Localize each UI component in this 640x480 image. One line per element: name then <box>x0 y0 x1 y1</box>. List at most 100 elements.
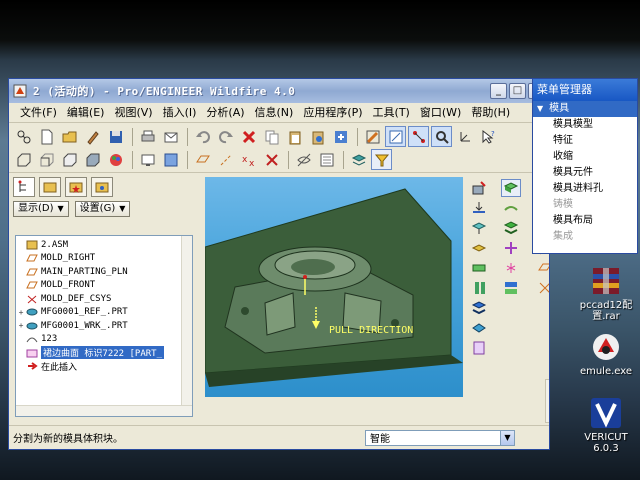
maximize-button[interactable]: □ <box>509 83 526 99</box>
menu-insert[interactable]: 插入(I) <box>158 103 202 123</box>
menu-manager-item[interactable]: 模具进料孔 <box>533 181 637 197</box>
sketch-plane-icon[interactable] <box>535 259 549 277</box>
tree-item[interactable]: 123 <box>16 333 192 347</box>
delete-icon[interactable] <box>238 126 259 147</box>
email-icon[interactable] <box>160 126 181 147</box>
menu-manager-title[interactable]: 菜单管理器 <box>533 79 637 101</box>
tab-model-tree[interactable] <box>13 177 35 197</box>
help-pointer-icon[interactable]: ? <box>477 126 498 147</box>
desktop-icon-emule[interactable]: emule.exe <box>570 330 640 377</box>
show-dropdown[interactable]: 显示(D) ▼ <box>13 201 69 217</box>
saved-view-icon[interactable] <box>137 149 158 170</box>
mold-opening-icon[interactable] <box>501 279 521 297</box>
regenerate-icon[interactable] <box>330 126 351 147</box>
cavity-icon[interactable] <box>501 259 521 277</box>
connection-icon[interactable] <box>13 126 34 147</box>
menu-manager-item[interactable]: 特征 <box>533 133 637 149</box>
hide-icon[interactable] <box>293 149 314 170</box>
datum-axis-icon[interactable] <box>215 149 236 170</box>
tree-item[interactable]: MAIN_PARTING_PLN <box>16 265 192 279</box>
tree-item[interactable]: MOLD_RIGHT <box>16 252 192 266</box>
tree-expander[interactable]: + <box>16 321 26 330</box>
menu-edit[interactable]: 编辑(E) <box>62 103 110 123</box>
minimize-button[interactable]: _ <box>490 83 507 99</box>
tree-expander[interactable]: + <box>16 308 26 317</box>
csys-display-icon[interactable] <box>454 126 475 147</box>
filter-icon[interactable] <box>371 149 392 170</box>
tree-item[interactable]: 裙边曲面 标识7222 [PART_ <box>16 346 192 360</box>
menu-help[interactable]: 帮助(H) <box>466 103 515 123</box>
tree-item[interactable]: MOLD_FRONT <box>16 279 192 293</box>
redo-icon[interactable] <box>215 126 236 147</box>
axis-display-icon[interactable] <box>408 126 429 147</box>
mold-component-icon[interactable] <box>469 179 489 197</box>
menu-applications[interactable]: 应用程序(P) <box>298 103 367 123</box>
surface-icon[interactable] <box>501 199 521 217</box>
tree-item[interactable]: 2.ASM <box>16 238 192 252</box>
ejector-pin-icon[interactable] <box>469 279 489 297</box>
desktop-icon-pccad[interactable]: pccad12配置.rar <box>570 264 640 322</box>
tab-favorites[interactable] <box>65 177 87 197</box>
menu-manager-item[interactable]: 模具布局 <box>533 213 637 229</box>
volume-block-icon[interactable] <box>501 179 521 197</box>
thickness-check-icon[interactable] <box>469 339 489 357</box>
datum-csys-icon[interactable] <box>261 149 282 170</box>
paste-special-icon[interactable] <box>307 126 328 147</box>
tab-connections[interactable] <box>91 177 113 197</box>
tree-item[interactable]: + MFG0001_WRK_.PRT <box>16 319 192 333</box>
split-surface-icon[interactable] <box>501 219 521 237</box>
graphics-viewport[interactable]: PULL DIRECTION <box>205 177 463 397</box>
zoom-fit-icon[interactable] <box>431 126 452 147</box>
curve-icon <box>26 334 38 344</box>
datum-plane-icon[interactable] <box>192 149 213 170</box>
message-scrollbar[interactable] <box>545 379 549 423</box>
layers-icon[interactable] <box>348 149 369 170</box>
mold-base-icon[interactable] <box>469 259 489 277</box>
runner-icon[interactable] <box>469 219 489 237</box>
layer-icon[interactable] <box>316 149 337 170</box>
save-icon[interactable] <box>105 126 126 147</box>
tab-folder-browser[interactable] <box>39 177 61 197</box>
open-folder-icon[interactable] <box>59 126 80 147</box>
menu-info[interactable]: 信息(N) <box>250 103 299 123</box>
datum-point-icon[interactable]: xx <box>238 149 259 170</box>
sketch-csys-icon[interactable] <box>535 279 549 297</box>
tree-horizontal-scrollbar[interactable] <box>16 405 192 416</box>
datum-display-icon[interactable] <box>385 126 406 147</box>
menu-window[interactable]: 窗口(W) <box>415 103 466 123</box>
no-hidden-icon[interactable] <box>59 149 80 170</box>
menu-manager-item[interactable]: 模具元件 <box>533 165 637 181</box>
menu-manager-item[interactable]: 收缩 <box>533 149 637 165</box>
view-mode-icon[interactable] <box>13 149 34 170</box>
orient-icon[interactable] <box>160 149 181 170</box>
menu-manager-item[interactable]: 模具模型 <box>533 117 637 133</box>
copy-icon[interactable] <box>261 126 282 147</box>
extract-icon[interactable] <box>469 239 489 257</box>
menu-manager-header[interactable]: ▼ 模具 <box>533 101 637 117</box>
tree-item[interactable]: 在此插入 <box>16 360 192 374</box>
new-file-icon[interactable] <box>36 126 57 147</box>
tree-item[interactable]: MOLD_DEF_CSYS <box>16 292 192 306</box>
menu-analysis[interactable]: 分析(A) <box>201 103 249 123</box>
menu-file[interactable]: 文件(F) <box>15 103 62 123</box>
tree-item[interactable]: + MFG0001_REF_.PRT <box>16 306 192 320</box>
settings-dropdown[interactable]: 设置(G) ▼ <box>74 201 131 217</box>
desktop-icon-vericut[interactable]: VERICUT 6.0.3 <box>570 396 640 454</box>
sketch-icon[interactable] <box>362 126 383 147</box>
tree-vertical-scrollbar[interactable] <box>181 236 192 416</box>
split-volume-icon[interactable] <box>501 239 521 257</box>
appearance-icon[interactable] <box>105 149 126 170</box>
draft-check-icon[interactable] <box>469 319 489 337</box>
selection-filter-select[interactable]: 智能 ▼ <box>365 429 515 446</box>
menu-view[interactable]: 视图(V) <box>109 103 157 123</box>
print-icon[interactable] <box>137 126 158 147</box>
paste-icon[interactable] <box>284 126 305 147</box>
title-bar[interactable]: 2 (活动的) - Pro/ENGINEER Wildfire 4.0 _ □ … <box>9 79 549 103</box>
paint-brush-icon[interactable] <box>82 126 103 147</box>
water-line-icon[interactable] <box>469 299 489 317</box>
menu-tools[interactable]: 工具(T) <box>368 103 415 123</box>
hidden-line-icon[interactable] <box>36 149 57 170</box>
shading-icon[interactable] <box>82 149 103 170</box>
undo-icon[interactable] <box>192 126 213 147</box>
shrinkage-icon[interactable] <box>469 199 489 217</box>
